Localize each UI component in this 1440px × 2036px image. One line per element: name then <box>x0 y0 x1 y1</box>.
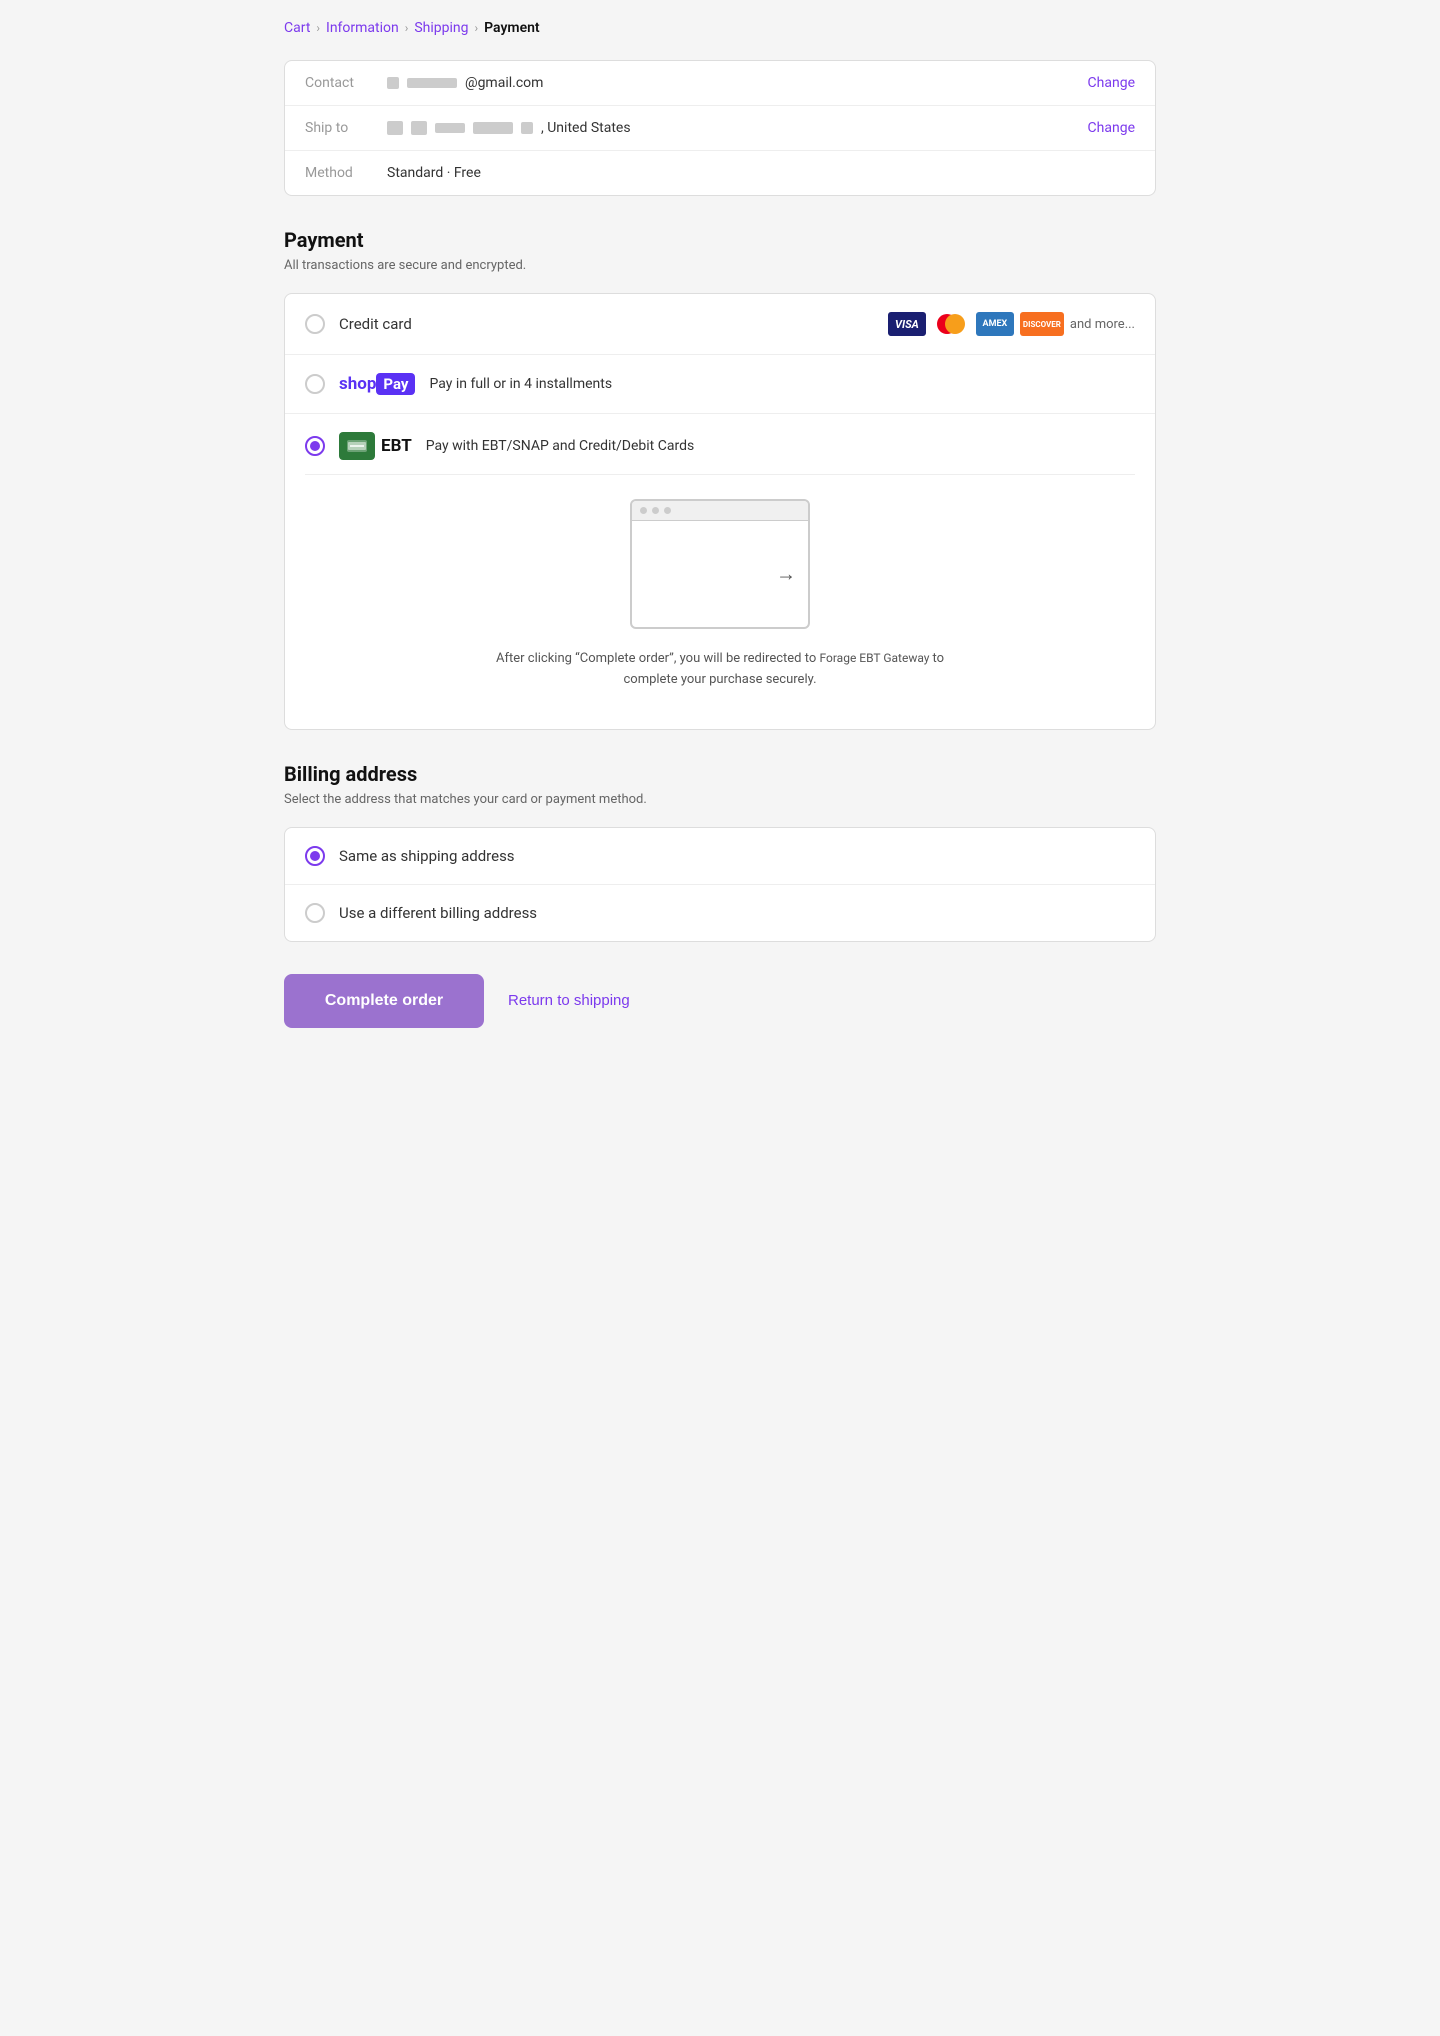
ebt-text: EBT <box>381 436 412 456</box>
billing-subtitle: Select the address that matches your car… <box>284 792 1156 807</box>
breadcrumb-sep-2: › <box>405 21 409 35</box>
payment-options: Credit card VISA AMEX DISCOVER and more.… <box>284 293 1156 730</box>
shoppay-label: Pay in full or in 4 installments <box>429 376 612 392</box>
visa-icon: VISA <box>888 312 926 336</box>
browser-dot-2 <box>652 507 659 514</box>
redacted-3 <box>387 121 403 135</box>
shipto-country: , United States <box>541 120 631 136</box>
method-value: Standard · Free <box>387 165 1135 181</box>
breadcrumb-shipping[interactable]: Shipping <box>414 20 468 36</box>
summary-shipto-row: Ship to , United States Change <box>285 106 1155 151</box>
breadcrumb: Cart › Information › Shipping › Payment <box>284 20 1156 36</box>
complete-order-button[interactable]: Complete order <box>284 974 484 1028</box>
ebt-icon <box>339 432 375 460</box>
actions-row: Complete order Return to shipping <box>284 974 1156 1028</box>
shoppay-pay-text: Pay <box>376 373 415 395</box>
redacted-6 <box>473 122 513 134</box>
different-billing-label: Use a different billing address <box>339 904 1135 922</box>
radio-credit-card[interactable] <box>305 314 325 334</box>
summary-method-row: Method Standard · Free <box>285 151 1155 195</box>
browser-body: → <box>632 521 808 627</box>
contact-change-link[interactable]: Change <box>1088 75 1135 91</box>
contact-value: @gmail.com <box>387 75 1076 91</box>
payment-option-ebt[interactable]: EBT Pay with EBT/SNAP and Credit/Debit C… <box>285 414 1155 729</box>
and-more-text: and more... <box>1070 317 1135 332</box>
discover-icon: DISCOVER <box>1020 312 1064 336</box>
return-to-shipping-link[interactable]: Return to shipping <box>508 992 630 1009</box>
ebt-redirect-part1: After clicking “Complete order”, you wil… <box>496 651 816 666</box>
radio-shoppay[interactable] <box>305 374 325 394</box>
ebt-description: Pay with EBT/SNAP and Credit/Debit Cards <box>426 438 694 454</box>
shipto-label: Ship to <box>305 120 375 136</box>
ebt-redirect-message: After clicking “Complete order”, you wil… <box>470 649 970 691</box>
billing-option-same[interactable]: Same as shipping address <box>285 828 1155 885</box>
browser-window-illustration: → <box>630 499 810 629</box>
credit-card-label: Credit card <box>339 315 874 333</box>
radio-same-shipping[interactable] <box>305 846 325 866</box>
contact-email: @gmail.com <box>465 75 543 91</box>
breadcrumb-sep-1: › <box>316 21 320 35</box>
redirect-arrow-icon: → <box>776 562 796 587</box>
shoppay-shop-text: shop <box>339 374 376 394</box>
breadcrumb-sep-3: › <box>475 21 479 35</box>
redacted-7 <box>521 122 533 134</box>
same-shipping-label: Same as shipping address <box>339 847 1135 865</box>
radio-different-billing[interactable] <box>305 903 325 923</box>
breadcrumb-payment: Payment <box>484 20 540 36</box>
redacted-1 <box>387 77 399 89</box>
redacted-4 <box>411 121 427 135</box>
radio-ebt[interactable] <box>305 436 325 456</box>
redacted-2 <box>407 78 457 88</box>
shoppay-badge: shop Pay <box>339 373 415 395</box>
redacted-5 <box>435 123 465 133</box>
browser-dot-1 <box>640 507 647 514</box>
ebt-logo: EBT <box>339 432 412 460</box>
breadcrumb-cart[interactable]: Cart <box>284 20 310 36</box>
summary-contact-row: Contact @gmail.com Change <box>285 61 1155 106</box>
payment-subtitle: All transactions are secure and encrypte… <box>284 258 1156 273</box>
breadcrumb-information[interactable]: Information <box>326 20 399 36</box>
shipto-value: , United States <box>387 120 1076 136</box>
browser-topbar <box>632 501 808 521</box>
method-label: Method <box>305 165 375 181</box>
billing-option-different[interactable]: Use a different billing address <box>285 885 1155 941</box>
payment-option-credit-card[interactable]: Credit card VISA AMEX DISCOVER and more.… <box>285 294 1155 355</box>
payment-title: Payment <box>284 228 1156 252</box>
summary-card: Contact @gmail.com Change Ship to , Unit… <box>284 60 1156 196</box>
ebt-expanded-content: → After clicking “Complete order”, you w… <box>305 474 1135 711</box>
ebt-brand-name: Forage EBT Gateway <box>820 651 933 665</box>
browser-dot-3 <box>664 507 671 514</box>
card-icons: VISA AMEX DISCOVER and more... <box>888 312 1135 336</box>
contact-label: Contact <box>305 75 375 91</box>
shipto-change-link[interactable]: Change <box>1088 120 1135 136</box>
billing-title: Billing address <box>284 762 1156 786</box>
payment-option-shoppay[interactable]: shop Pay Pay in full or in 4 installment… <box>285 355 1155 414</box>
billing-options: Same as shipping address Use a different… <box>284 827 1156 942</box>
amex-icon: AMEX <box>976 312 1014 336</box>
mastercard-icon <box>932 312 970 336</box>
